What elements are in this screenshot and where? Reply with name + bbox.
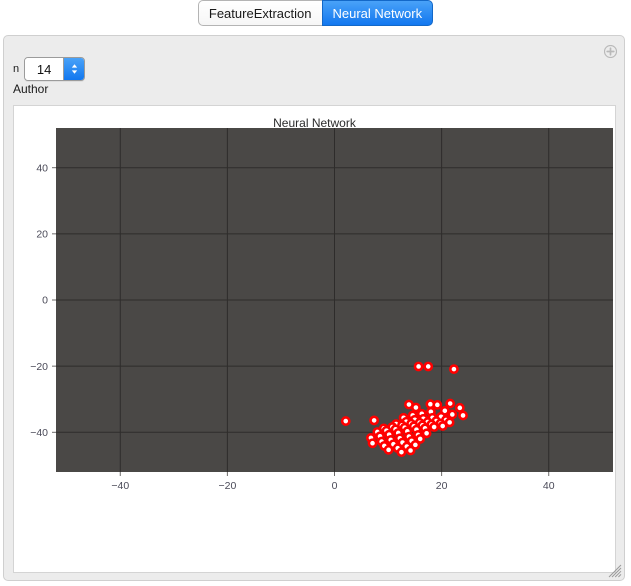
y-tick-label: 20 <box>36 229 48 241</box>
data-point <box>449 364 459 375</box>
x-tick-label: 40 <box>543 480 555 492</box>
tab-bar: FeatureExtraction Neural Network <box>0 0 631 30</box>
data-point <box>432 399 443 410</box>
y-tick-label: −20 <box>30 361 48 373</box>
data-point <box>447 409 458 420</box>
n-input[interactable] <box>25 58 64 80</box>
tab-featureextraction[interactable]: FeatureExtraction <box>197 0 322 26</box>
x-tick-label: −40 <box>111 480 129 492</box>
data-point <box>423 361 434 372</box>
data-point <box>383 444 394 455</box>
y-tick-label: 40 <box>36 162 48 174</box>
n-stepper[interactable] <box>24 57 86 81</box>
data-point <box>369 415 380 426</box>
data-point <box>413 361 424 372</box>
n-control-row: n <box>13 57 86 81</box>
tab-featureextraction-label: FeatureExtraction <box>208 6 312 21</box>
data-point <box>437 421 448 431</box>
graphics-content-area: Neural Network −40 −20 0 20 40 −40 −20 0 20 40 <box>13 105 616 573</box>
x-tick-label: 20 <box>436 480 448 492</box>
n-spinner-buttons[interactable] <box>63 58 85 80</box>
controls-area: n Author <box>4 36 626 104</box>
y-tick-label: 0 <box>42 295 48 307</box>
data-point <box>421 428 432 439</box>
data-point <box>405 445 416 456</box>
chevron-up-down-icon <box>71 64 77 74</box>
data-point <box>445 398 456 409</box>
data-point <box>411 402 421 413</box>
author-label: Author <box>13 82 49 96</box>
x-tick-label: −20 <box>218 480 236 492</box>
n-label: n <box>13 63 20 75</box>
resize-grip-icon[interactable] <box>608 564 622 578</box>
manipulate-panel: n Author Neural Network −40−20 <box>3 35 625 581</box>
data-point <box>429 422 440 432</box>
data-point <box>367 438 378 449</box>
data-point <box>458 410 468 421</box>
tab-neural-network[interactable]: Neural Network <box>321 0 434 26</box>
data-point <box>454 402 465 413</box>
data-point <box>340 416 351 426</box>
tab-neural-network-label: Neural Network <box>332 6 423 21</box>
y-tick-label: −40 <box>30 427 48 439</box>
plot-canvas: −40 −20 0 20 40 −40 −20 0 20 40 <box>30 128 613 492</box>
scatter-plot: Neural Network −40 −20 0 20 40 −40 −20 0 20 40 <box>14 106 615 572</box>
x-tick-label: 0 <box>332 480 338 492</box>
plus-circle-icon[interactable] <box>603 44 618 59</box>
data-point <box>396 447 407 458</box>
